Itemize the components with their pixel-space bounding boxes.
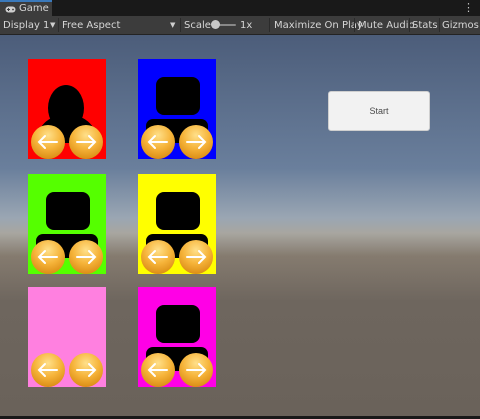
left-arrow-icon (147, 135, 168, 149)
more-options-icon[interactable]: ⋮ (463, 2, 474, 13)
scale-label: Scale (184, 19, 211, 31)
display-label: Display 1 (3, 19, 50, 31)
start-button-label: Start (369, 106, 389, 116)
toolbar-separator (180, 18, 181, 32)
stats-toggle[interactable]: Stats (412, 16, 438, 34)
start-button[interactable]: Start (328, 91, 430, 131)
game-viewport: Start (0, 35, 480, 416)
gizmos-dropdown[interactable]: Gizmos (442, 16, 479, 34)
avatar-head (46, 192, 90, 230)
right-arrow-icon (76, 135, 97, 149)
next-button[interactable] (179, 353, 213, 387)
aspect-label: Free Aspect (62, 19, 121, 31)
right-arrow-icon (186, 250, 207, 264)
right-arrow-icon (76, 363, 97, 377)
previous-button[interactable] (31, 240, 65, 274)
display-dropdown[interactable]: Display 1 (3, 16, 49, 34)
left-arrow-icon (37, 250, 58, 264)
scale-value: 1x (240, 19, 253, 31)
next-button[interactable] (69, 125, 103, 159)
tab-label: Game (19, 3, 49, 14)
avatar-head (156, 77, 200, 115)
character-card (28, 287, 106, 387)
tab-game[interactable]: Game (0, 0, 52, 16)
window-tab-bar: Game ⋮ (0, 0, 480, 16)
game-toolbar: Display 1 ▼ Free Aspect ▼ Scale 1x Maxim… (0, 16, 480, 35)
avatar-head (156, 305, 200, 343)
previous-button[interactable] (141, 353, 175, 387)
toolbar-separator (439, 18, 440, 32)
right-arrow-icon (76, 250, 97, 264)
previous-button[interactable] (31, 353, 65, 387)
avatar-head (156, 192, 200, 230)
next-button[interactable] (179, 240, 213, 274)
character-card (28, 59, 106, 159)
toolbar-separator (354, 18, 355, 32)
maximize-on-play-toggle[interactable]: Maximize On Play (274, 16, 363, 34)
left-arrow-icon (37, 363, 58, 377)
character-card (138, 174, 216, 274)
chevron-down-icon: ▼ (50, 21, 56, 29)
right-arrow-icon (186, 135, 207, 149)
next-button[interactable] (179, 125, 213, 159)
aspect-dropdown[interactable]: Free Aspect (62, 16, 120, 34)
previous-button[interactable] (141, 240, 175, 274)
game-controller-icon (5, 6, 16, 12)
previous-button[interactable] (141, 125, 175, 159)
left-arrow-icon (147, 363, 168, 377)
next-button[interactable] (69, 353, 103, 387)
mute-audio-toggle[interactable]: Mute Audio (358, 16, 415, 34)
character-card (138, 287, 216, 387)
right-arrow-icon (186, 363, 207, 377)
character-card (138, 59, 216, 159)
toolbar-separator (409, 18, 410, 32)
chevron-down-icon: ▼ (170, 21, 176, 29)
left-arrow-icon (147, 250, 168, 264)
scale-slider-handle[interactable] (211, 20, 220, 29)
toolbar-separator (269, 18, 270, 32)
character-card (28, 174, 106, 274)
toolbar-separator (58, 18, 59, 32)
next-button[interactable] (69, 240, 103, 274)
previous-button[interactable] (31, 125, 65, 159)
left-arrow-icon (37, 135, 58, 149)
